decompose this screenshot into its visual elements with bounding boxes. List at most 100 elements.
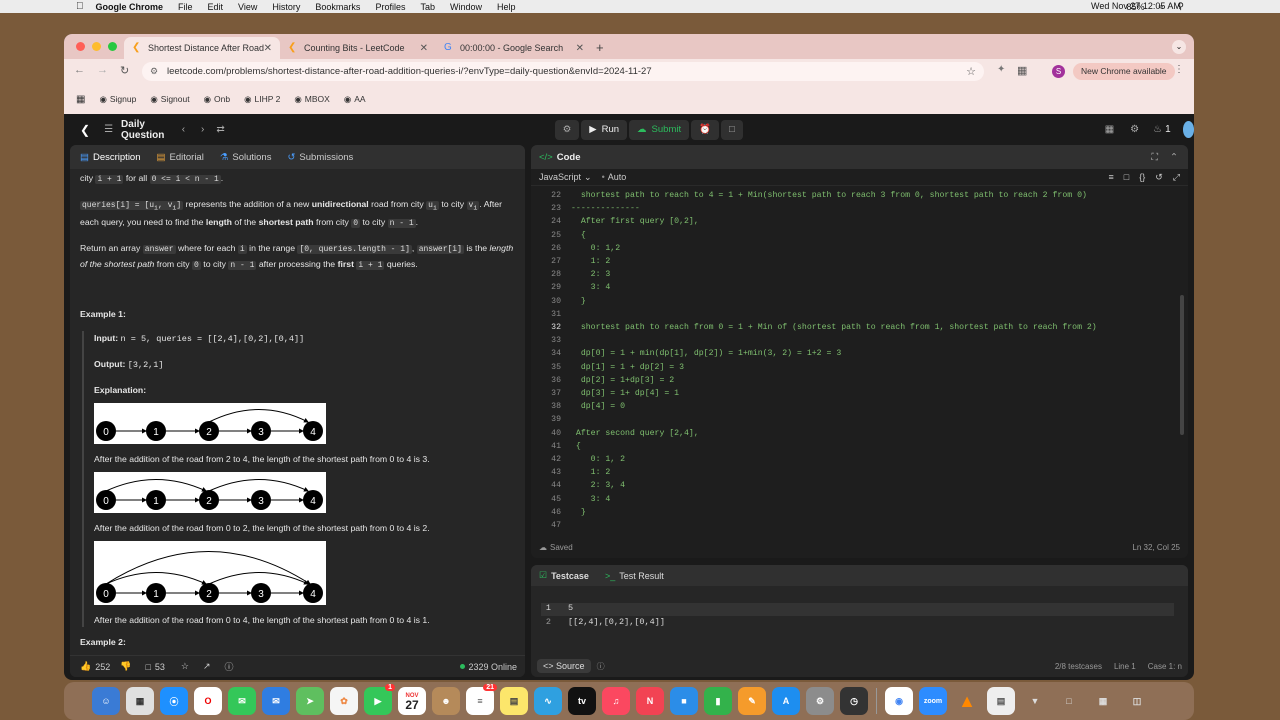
fullscreen-icon[interactable]: ⤢ [1173, 172, 1180, 183]
bookmark-signup[interactable]: ◉ Signup [99, 94, 136, 105]
menu-profiles[interactable]: Profiles [375, 2, 405, 12]
trash-icon[interactable]: ◫ [1123, 687, 1151, 715]
zoom-icon[interactable]: zoom [919, 687, 947, 715]
tab-search-icon[interactable]: ⌄ [1172, 40, 1186, 54]
prev-problem-icon[interactable]: ‹ [182, 124, 185, 135]
new-tab-button[interactable]: + [596, 37, 604, 59]
notes-icon[interactable]: ▤ [500, 687, 528, 715]
minimize-window-button[interactable] [92, 42, 101, 51]
menu-file[interactable]: File [178, 2, 193, 12]
news-icon[interactable]: N [636, 687, 664, 715]
tab-testcase[interactable]: Testcase [551, 571, 589, 581]
music-icon[interactable]: ♫ [602, 687, 630, 715]
downloads-icon[interactable]: ▼ [1021, 687, 1049, 715]
apple-tv-icon[interactable]: tv [568, 687, 596, 715]
testcase-line-2[interactable]: 2 [[2,4],[0,2],[0,4]] [541, 617, 1174, 630]
opera-icon[interactable]: O [194, 687, 222, 715]
braces-icon[interactable]: {} [1139, 172, 1145, 182]
keynote-icon[interactable]: ■ [670, 687, 698, 715]
run-button[interactable]: ▶ Run [581, 119, 628, 140]
like-icon[interactable]: 👍 [80, 661, 91, 672]
finder-icon[interactable]: ☺ [92, 687, 120, 715]
activity-monitor-icon[interactable]: ◷ [840, 687, 868, 715]
menu-view[interactable]: View [238, 2, 257, 12]
menu-edit[interactable]: Edit [208, 2, 224, 12]
shuffle-icon[interactable]: ⇄ [216, 124, 224, 135]
close-window-button[interactable] [76, 42, 85, 51]
messages-icon[interactable]: ✉ [228, 687, 256, 715]
comment-icon[interactable]: □ [145, 662, 150, 672]
list-icon[interactable]: ☰ [104, 124, 113, 135]
bookmark-aa[interactable]: ◉ AA [344, 94, 366, 105]
pages-icon[interactable]: ✎ [738, 687, 766, 715]
leetcode-logo-icon[interactable]: ❮ [80, 123, 90, 137]
new-chrome-available-badge[interactable]: New Chrome available [1073, 63, 1175, 80]
folder-icon[interactable]: □ [1055, 687, 1083, 715]
facetime-icon[interactable]: ▶ 1 [364, 684, 395, 715]
browser-tab-active[interactable]: ❮ Shortest Distance After Road ✕ [124, 37, 280, 59]
reminders-icon[interactable]: ≡ 21 [466, 684, 497, 715]
chrome-icon[interactable]: ◉ [885, 687, 913, 715]
testcase-line-1[interactable]: 1 5 [541, 603, 1174, 616]
browser-tab[interactable]: G 00:00:00 - Google Search ✕ [436, 37, 592, 59]
chevron-down-icon[interactable]: ⌄ [584, 172, 592, 183]
browser-tab[interactable]: ❮ Counting Bits - LeetCode ✕ [280, 37, 436, 59]
info-icon[interactable]: ⓘ [597, 661, 605, 672]
site-info-icon[interactable]: ⚙ [150, 66, 158, 77]
forward-icon[interactable]: → [97, 64, 108, 76]
zoom-window-button[interactable] [108, 42, 117, 51]
tab-test-result[interactable]: Test Result [619, 571, 664, 581]
app-name[interactable]: Google Chrome [96, 2, 164, 12]
code-editor[interactable]: 22 shortest path to reach to 4 = 1 + Min… [531, 187, 1188, 537]
bookmark-signout[interactable]: ◉ Signout [150, 94, 189, 105]
notes-button[interactable]: □ [720, 119, 743, 140]
format-icon[interactable]: ≡ [1109, 172, 1114, 182]
favorite-star-icon[interactable]: ☆ [181, 661, 189, 672]
calendar-icon[interactable]: NOV 27 [398, 687, 426, 715]
menu-help[interactable]: Help [497, 2, 516, 12]
auto-mode-label[interactable]: Auto [608, 172, 627, 182]
contacts-icon[interactable]: ☻ [432, 687, 460, 715]
layout-icon[interactable]: ▦ [1105, 124, 1114, 135]
stack-icon[interactable]: ▦ [1089, 687, 1117, 715]
document-icon[interactable]: ▤ [987, 687, 1015, 715]
editor-scrollbar[interactable] [1180, 295, 1184, 435]
bookmark-mbox[interactable]: ◉ MBOX [294, 94, 329, 105]
bookmark-onb[interactable]: ◉ Onb [204, 94, 231, 105]
mail-icon[interactable]: ✉ [262, 687, 290, 715]
freeform-icon[interactable]: ∿ [534, 687, 562, 715]
maximize-icon[interactable]: ⛶ [1151, 152, 1158, 163]
user-avatar[interactable] [1182, 121, 1194, 138]
fire-streak-icon[interactable]: ♨ [1153, 124, 1162, 135]
submit-button[interactable]: ☁ Submit [629, 119, 690, 140]
next-problem-icon[interactable]: › [201, 124, 204, 135]
bookmark-star-icon[interactable]: ☆ [966, 65, 976, 78]
profile-avatar[interactable]: S [1052, 65, 1065, 78]
debug-button[interactable]: ⚙ [554, 119, 580, 140]
bookmark-lihp[interactable]: ◉ LIHP 2 [244, 94, 280, 105]
dislike-icon[interactable]: 👎 [120, 661, 131, 672]
photos-icon[interactable]: ✿ [330, 687, 358, 715]
reload-icon[interactable]: ↻ [120, 64, 129, 77]
apple-icon[interactable]:  [76, 1, 84, 12]
collapse-icon[interactable]: ⌃ [1170, 152, 1178, 163]
apps-grid-icon[interactable]: ▦ [76, 94, 85, 105]
close-tab-icon[interactable]: ✕ [264, 43, 272, 54]
settings-gear-icon[interactable]: ⚙ [1130, 124, 1139, 135]
menu-history[interactable]: History [272, 2, 300, 12]
source-button[interactable]: <> Source [537, 659, 591, 673]
system-settings-icon[interactable]: ⚙ [806, 687, 834, 715]
puzzle-icon[interactable]: ▦ [1017, 64, 1027, 77]
tab-solutions[interactable]: ⚗ Solutions [220, 152, 272, 163]
bookmark-icon[interactable]: □ [1124, 172, 1129, 182]
menu-tab[interactable]: Tab [420, 2, 435, 12]
numbers-icon[interactable]: ▮ [704, 687, 732, 715]
launchpad-icon[interactable]: ▦ [126, 687, 154, 715]
close-tab-icon[interactable]: ✕ [576, 43, 584, 54]
app-store-icon[interactable]: A [772, 687, 800, 715]
tab-description[interactable]: ▤ Description [80, 152, 141, 163]
share-icon[interactable]: ↗ [203, 661, 211, 672]
tab-submissions[interactable]: ↺ Submissions [287, 152, 353, 163]
safari-icon[interactable]: ⦿ [160, 687, 188, 715]
menu-window[interactable]: Window [450, 2, 482, 12]
